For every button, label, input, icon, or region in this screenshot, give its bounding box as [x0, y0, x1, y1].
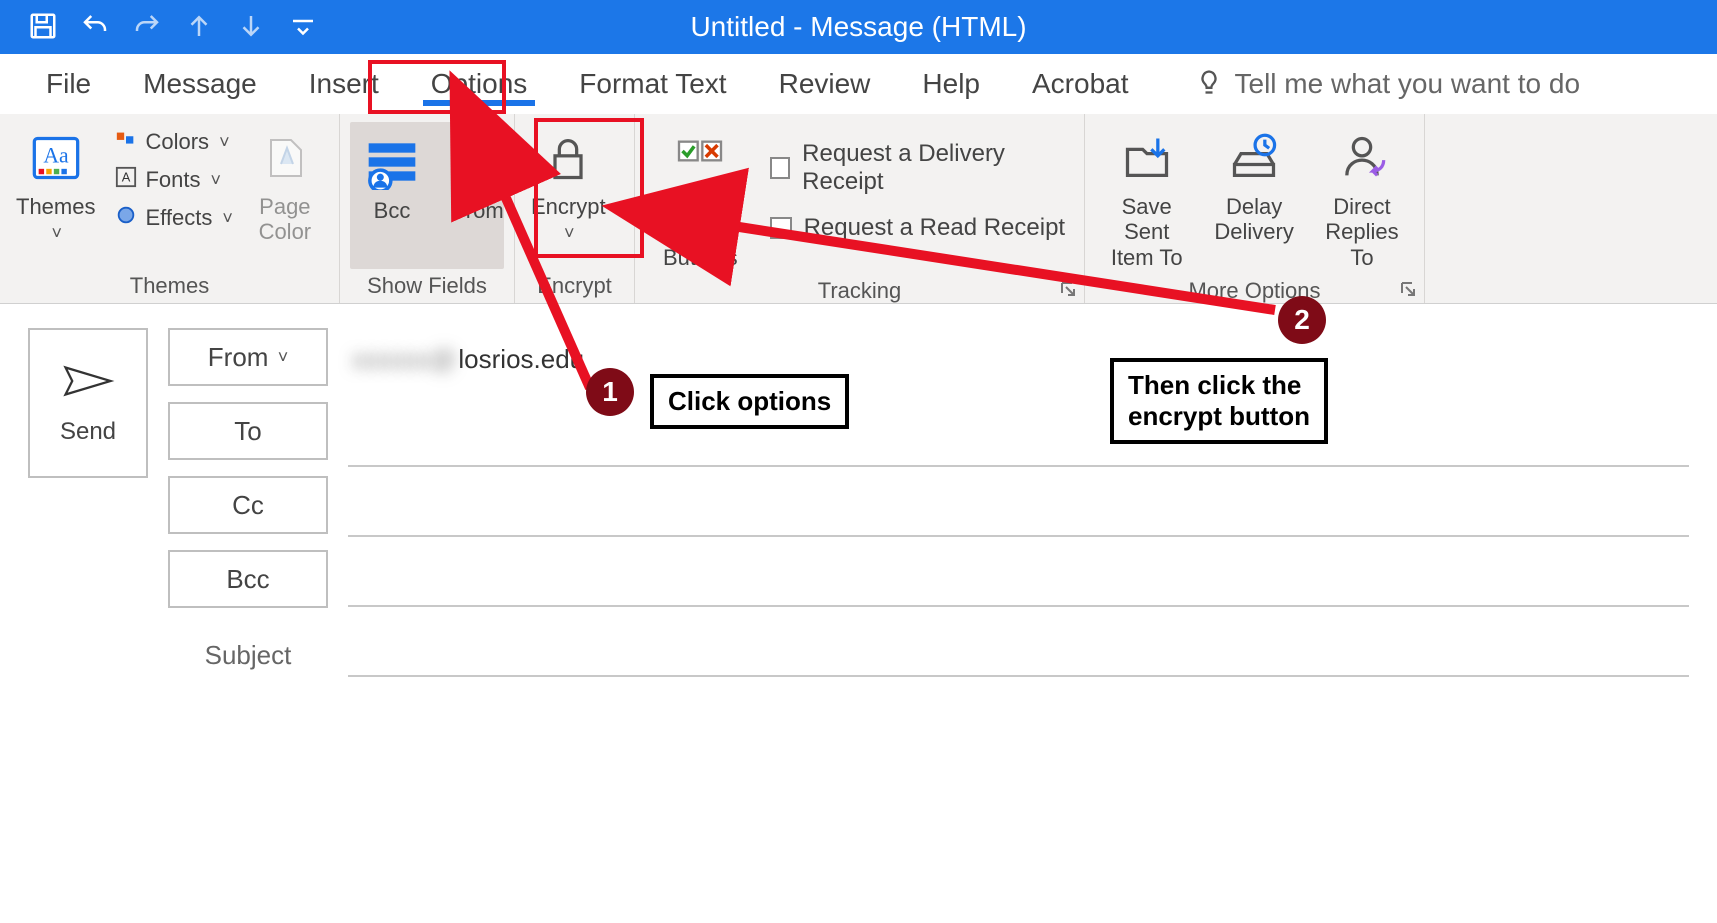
from-label: From: [452, 198, 503, 223]
ribbon-options: Aa Themes ˅ Colors˅ A Fonts˅ Effects˅: [0, 114, 1717, 304]
direct-replies-button[interactable]: Direct Replies To: [1310, 122, 1414, 274]
send-button[interactable]: Send: [28, 328, 148, 478]
checkbox-icon: [770, 157, 791, 179]
ribbon-tabs: File Message Insert Options Format Text …: [0, 54, 1717, 114]
colors-button[interactable]: Colors˅: [111, 126, 236, 158]
group-show-fields: Bcc From Show Fields: [340, 114, 515, 303]
bcc-icon: [360, 130, 424, 194]
subject-label: Subject: [168, 624, 328, 671]
page-color-button[interactable]: Page Color: [247, 122, 323, 249]
delay-label: Delay Delivery: [1214, 194, 1293, 245]
themes-button[interactable]: Aa Themes ˅: [10, 122, 101, 248]
encrypt-label: Encrypt: [531, 194, 606, 219]
group-show-fields-label: Show Fields: [350, 269, 504, 301]
fonts-button[interactable]: A Fonts˅: [111, 164, 236, 196]
field-buttons-column: From ˅ To Cc Bcc Subject: [168, 328, 328, 677]
dialog-launcher-icon[interactable]: [1058, 279, 1078, 299]
checkbox-icon: [770, 217, 792, 239]
delay-delivery-button[interactable]: Delay Delivery: [1208, 122, 1299, 249]
field-inputs-column: xxxxxx@losrios.edu: [348, 328, 1689, 677]
lock-icon: [536, 126, 600, 190]
page-color-icon: [253, 126, 317, 190]
fonts-label: Fonts: [145, 167, 200, 193]
encrypt-button[interactable]: Encrypt ˅: [525, 122, 612, 248]
tab-file[interactable]: File: [20, 58, 117, 110]
chevron-down-icon: ˅: [51, 223, 62, 244]
effects-icon: [115, 204, 137, 232]
colors-label: Colors: [145, 129, 209, 155]
group-themes-label: Themes: [10, 269, 329, 301]
fonts-icon: A: [115, 166, 137, 194]
save-sent-item-button[interactable]: Save Sent Item To: [1095, 122, 1198, 274]
cc-input[interactable]: [348, 483, 1689, 537]
themes-label: Themes: [16, 194, 95, 219]
save-sent-label: Save Sent Item To: [1101, 194, 1192, 270]
tab-review[interactable]: Review: [753, 58, 897, 110]
send-label: Send: [60, 418, 116, 446]
tab-message[interactable]: Message: [117, 58, 283, 110]
tab-format-text[interactable]: Format Text: [553, 58, 752, 110]
from-value: xxxxxx@losrios.edu: [348, 334, 1689, 397]
tab-help[interactable]: Help: [896, 58, 1006, 110]
bcc-field-button[interactable]: Bcc: [168, 550, 328, 608]
dialog-launcher-icon[interactable]: [1398, 279, 1418, 299]
bcc-input[interactable]: [348, 553, 1689, 607]
tab-options[interactable]: Options: [405, 58, 554, 110]
group-tracking-label: Tracking: [645, 274, 1074, 306]
page-color-label: Page Color: [259, 194, 312, 245]
colors-icon: [115, 128, 137, 156]
window-title: Untitled - Message (HTML): [0, 11, 1717, 43]
group-more-options-label: More Options: [1095, 274, 1414, 306]
group-encrypt: Encrypt ˅ Encrypt: [515, 114, 635, 303]
read-receipt-label: Request a Read Receipt: [804, 214, 1066, 242]
themes-icon: Aa: [24, 126, 88, 190]
tell-me-text: Tell me what you want to do: [1235, 68, 1581, 100]
from-field-label: From: [208, 342, 269, 373]
from-button[interactable]: From: [440, 126, 516, 227]
tell-me-search[interactable]: Tell me what you want to do: [1195, 68, 1581, 100]
lightbulb-icon: [1195, 68, 1223, 99]
tab-acrobat[interactable]: Acrobat: [1006, 58, 1155, 110]
chevron-down-icon: ˅: [278, 347, 289, 368]
group-themes: Aa Themes ˅ Colors˅ A Fonts˅ Effects˅: [0, 114, 340, 303]
group-tracking: Use Voting Buttons Request a Delivery Re…: [635, 114, 1085, 303]
svg-text:Aa: Aa: [43, 143, 69, 167]
svg-text:A: A: [122, 170, 131, 185]
from-field-button[interactable]: From ˅: [168, 328, 328, 386]
from-value-suffix: losrios.edu: [458, 344, 584, 374]
group-encrypt-label: Encrypt: [525, 269, 624, 301]
to-field-button[interactable]: To: [168, 402, 328, 460]
cc-field-button[interactable]: Cc: [168, 476, 328, 534]
send-icon: [61, 361, 115, 404]
chevron-down-icon: ˅: [564, 223, 575, 244]
voting-icon: [668, 126, 732, 190]
folder-arrow-icon: [1115, 126, 1179, 190]
to-input[interactable]: [348, 413, 1689, 467]
voting-label: Use Voting Buttons: [651, 194, 750, 270]
group-more-options: Save Sent Item To Delay Delivery Direct …: [1085, 114, 1425, 303]
person-reply-icon: [1330, 126, 1394, 190]
bcc-button[interactable]: Bcc: [354, 126, 430, 227]
direct-replies-label: Direct Replies To: [1316, 194, 1408, 270]
compose-area: Send From ˅ To Cc Bcc Subject xxxxxx@los…: [0, 304, 1717, 701]
voting-button[interactable]: Use Voting Buttons: [645, 122, 756, 274]
tab-insert[interactable]: Insert: [283, 58, 405, 110]
subject-input[interactable]: [348, 623, 1689, 677]
delivery-receipt-label: Request a Delivery Receipt: [802, 140, 1070, 196]
title-bar: Untitled - Message (HTML): [0, 0, 1717, 54]
read-receipt-checkbox[interactable]: Request a Read Receipt: [766, 208, 1074, 248]
clock-tray-icon: [1222, 126, 1286, 190]
bcc-label: Bcc: [374, 198, 411, 223]
delivery-receipt-checkbox[interactable]: Request a Delivery Receipt: [766, 134, 1074, 202]
effects-label: Effects: [145, 205, 212, 231]
from-icon: [446, 130, 510, 194]
effects-button[interactable]: Effects˅: [111, 202, 236, 234]
